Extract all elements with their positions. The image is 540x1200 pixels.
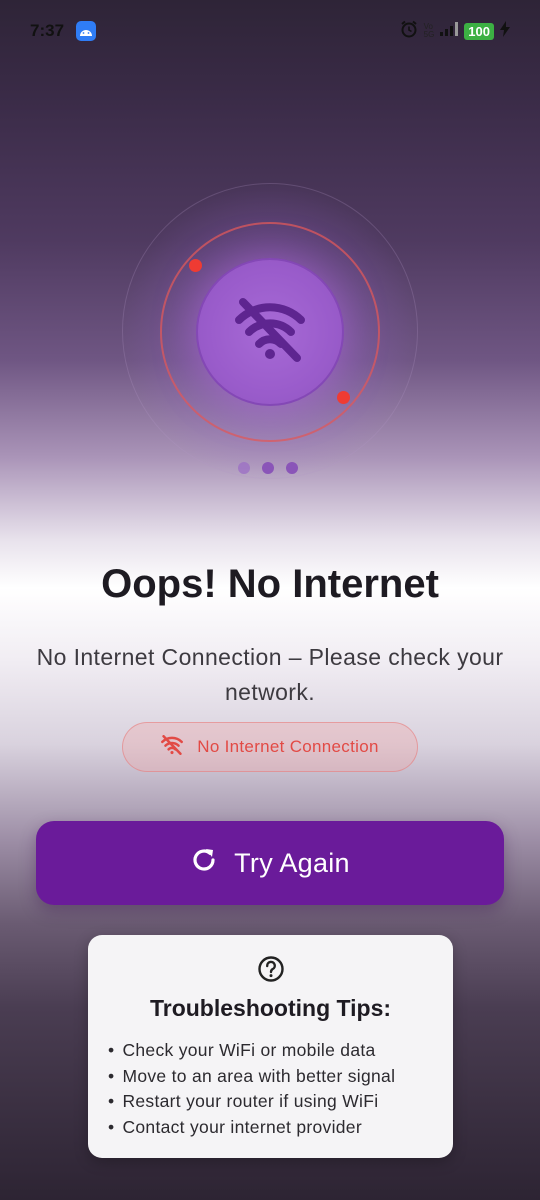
tip-item: Check your WiFi or mobile data: [108, 1038, 395, 1064]
try-again-label: Try Again: [234, 847, 350, 878]
wifi-off-icon: [235, 297, 305, 367]
orbit-dot: [337, 391, 350, 404]
page-subtitle: No Internet Connection – Please check yo…: [36, 644, 504, 705]
tip-item: Contact your internet provider: [108, 1115, 395, 1141]
tips-title: Troubleshooting Tips:: [149, 995, 392, 1021]
loading-dots: [238, 462, 298, 474]
page-title: Oops! No Internet: [101, 562, 439, 606]
connection-status-chip: No Internet Connection: [122, 722, 418, 772]
loading-dot: [262, 462, 274, 474]
tip-item: Restart your router if using WiFi: [108, 1089, 395, 1115]
tips-list: Check your WiFi or mobile data Move to a…: [108, 1038, 395, 1140]
status-chip-label: No Internet Connection: [197, 737, 379, 756]
loading-dot: [286, 462, 298, 474]
troubleshooting-card: Troubleshooting Tips: Check your WiFi or…: [88, 935, 453, 1158]
try-again-button[interactable]: Try Again: [36, 821, 504, 905]
hero-illustration: [0, 0, 540, 520]
wifi-off-icon: [161, 734, 184, 760]
refresh-icon: [190, 846, 218, 881]
loading-dot: [238, 462, 250, 474]
tip-item: Move to an area with better signal: [108, 1064, 395, 1090]
wifi-off-badge: [196, 258, 344, 406]
orbit-dot: [189, 259, 202, 272]
help-circle-icon: [257, 955, 285, 988]
